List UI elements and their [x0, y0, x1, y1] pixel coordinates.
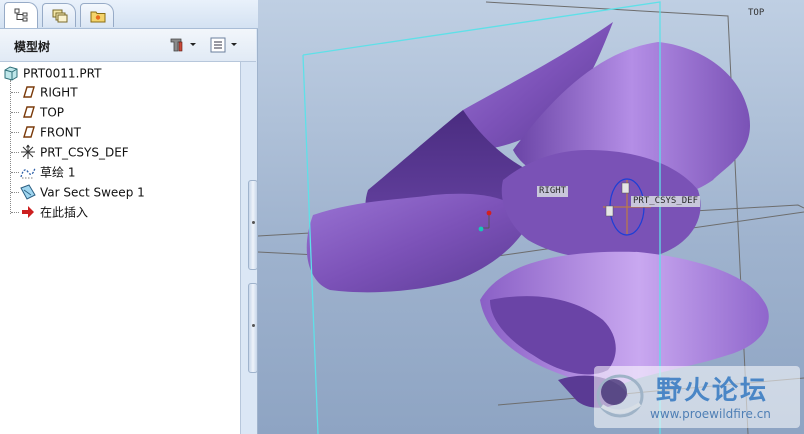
tree-item-label: Var Sect Sweep 1 [40, 185, 145, 200]
panel-splitter-handle[interactable] [248, 283, 258, 373]
tree-root-item[interactable]: PRT0011.PRT [3, 63, 101, 83]
tree-item-label: RIGHT [40, 85, 78, 100]
tools-icon [170, 38, 196, 52]
datum-plane-icon [23, 85, 35, 98]
model-tree-icon [14, 8, 28, 22]
graphics-viewport[interactable]: TOP RIGHT PRT_CSYS_DEF 野火论坛 www.proewild… [258, 0, 804, 434]
panel-title: 模型树 [14, 40, 51, 54]
datum-plane-icon [23, 125, 35, 138]
datum-label-right: RIGHT [537, 186, 569, 197]
tree-item-sketch[interactable]: 草绘 1 [20, 162, 75, 182]
tree-connector [11, 192, 19, 193]
tree-connector [11, 92, 19, 93]
csys-axis-label [621, 182, 630, 194]
tree-item-label: TOP [40, 105, 65, 120]
tree-connector [11, 152, 19, 153]
sketch-icon [20, 167, 36, 178]
model-tree-tab[interactable] [4, 2, 38, 28]
tree-root-label: PRT0011.PRT [23, 66, 102, 81]
origin-triad [478, 226, 484, 232]
insert-here-arrow-icon [22, 205, 34, 218]
tree-item-front[interactable]: FRONT [20, 122, 81, 142]
origin-triad [486, 210, 492, 216]
tree-item-insert-here[interactable]: 在此插入 [20, 202, 88, 222]
panel-tabstrip [0, 0, 258, 29]
tree-connector [11, 132, 19, 133]
tree-item-label: 在此插入 [40, 205, 89, 220]
tree-connector [11, 112, 19, 113]
tree-item-right[interactable]: RIGHT [20, 82, 78, 102]
watermark: 野火论坛 www.proewildfire.cn [594, 366, 800, 428]
sweep-feature-icon [20, 183, 36, 200]
folder-icon [90, 11, 106, 23]
forum-logo-icon [596, 374, 644, 418]
layers-icon [52, 9, 68, 23]
coordinate-system-icon [21, 144, 35, 159]
panel-splitter-handle[interactable] [248, 180, 258, 270]
show-menu-button[interactable] [209, 36, 239, 54]
datum-label-csys: PRT_CSYS_DEF [631, 196, 701, 207]
csys-axis-label [605, 205, 614, 217]
list-view-icon [210, 37, 237, 53]
watermark-url: www.proewildfire.cn [650, 407, 771, 421]
watermark-title: 野火论坛 [656, 376, 769, 406]
tree-settings-button[interactable] [168, 36, 198, 54]
part-icon [4, 65, 18, 81]
tree-item-label: 草绘 1 [40, 165, 76, 180]
tree-item-top[interactable]: TOP [20, 102, 64, 122]
datum-label-top: TOP [748, 8, 765, 18]
tree-item-csys[interactable]: PRT_CSYS_DEF [20, 142, 129, 162]
layers-tab[interactable] [42, 3, 76, 27]
datum-plane-icon [23, 105, 35, 118]
model-surface [306, 193, 528, 293]
tree-item-sweep[interactable]: Var Sect Sweep 1 [20, 182, 145, 202]
panel-header: 模型树 [0, 29, 256, 62]
tree-item-label: FRONT [40, 125, 81, 140]
folder-tab[interactable] [80, 3, 114, 27]
tree-connector [10, 80, 11, 214]
model-tree: PRT0011.PRT RIGHT TOP FRONT PRT_CSYS_DEF… [0, 62, 241, 434]
tree-item-label: PRT_CSYS_DEF [40, 145, 129, 160]
left-panel: 模型树 PRT0011.PRT RIGHT TOP FRONT PRT_CSYS… [0, 0, 258, 434]
tree-connector [11, 212, 19, 213]
tree-connector [11, 172, 19, 173]
